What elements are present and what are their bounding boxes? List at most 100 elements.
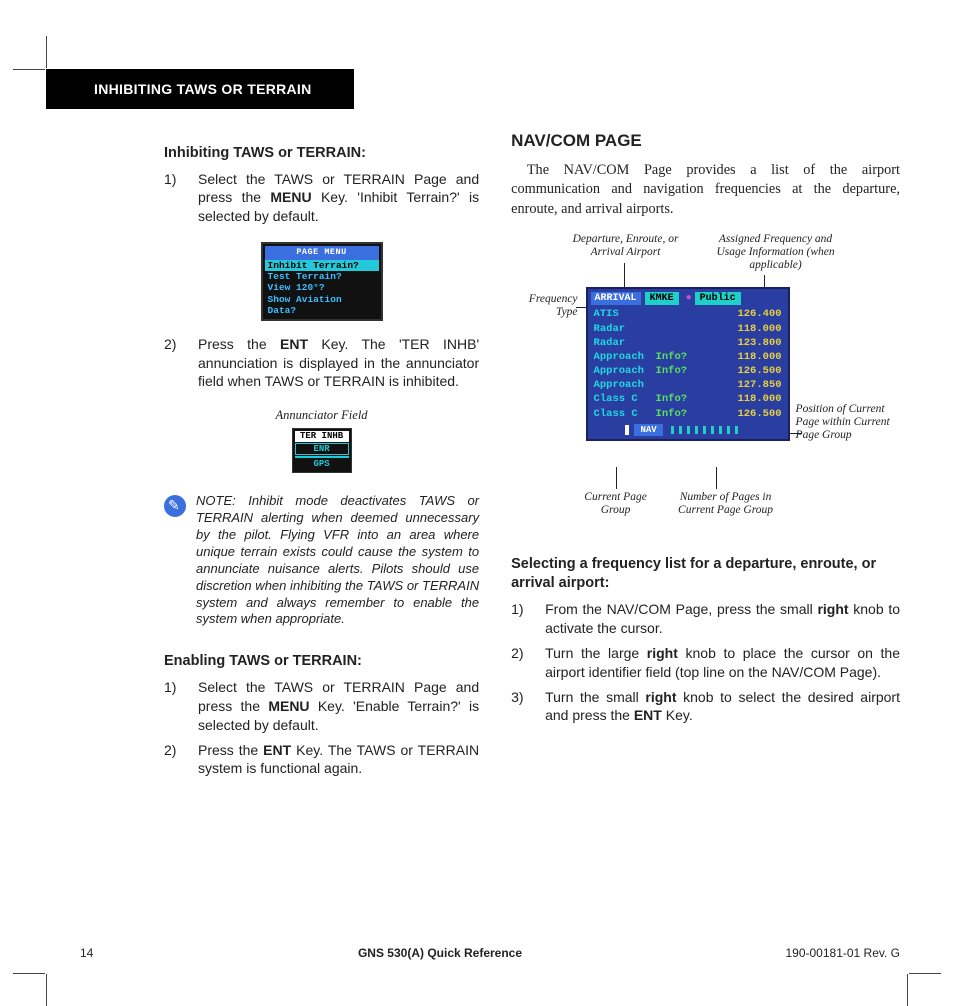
menu-opt-aviation: Show Aviation Data?: [265, 294, 379, 317]
right-knob: right: [645, 689, 676, 705]
annunciator-screenshot: TER INHB ENR GPS: [292, 428, 352, 473]
footer-title: GNS 530(A) Quick Reference: [160, 945, 720, 961]
note-text: NOTE: Inhibit mode deactivates TAWS or T…: [196, 493, 479, 628]
freq-info: [656, 307, 704, 321]
navcom-title: NAV/COM PAGE: [511, 130, 900, 153]
footer-revision: 190-00181-01 Rev. G: [720, 945, 900, 961]
step-2: Press the ENT Key. The 'TER INHB' annunc…: [164, 335, 479, 392]
navcom-screenshot: ARRIVAL KMKE ● Public ATIS 126.400 Radar 11…: [586, 287, 790, 441]
freq-row: Radar123.800: [591, 336, 785, 350]
crop-mark: [46, 974, 47, 1006]
freq-row: ATIS 126.400: [591, 307, 785, 321]
inhibit-steps: Select the TAWS or TERRAIN Page and pres…: [164, 170, 479, 233]
freq-info: Info?: [656, 392, 704, 406]
crop-mark: [46, 36, 47, 68]
right-knob: right: [817, 601, 848, 617]
freq-type: Radar: [594, 322, 656, 336]
freq-value: 123.800: [704, 336, 782, 350]
freq-row: Approach 127.850: [591, 378, 785, 392]
freq-row: Radar 118.000: [591, 322, 785, 336]
callout-freqtype: Frequency Type: [516, 293, 578, 319]
step-text: Press the: [198, 336, 280, 352]
freq-info: [656, 336, 704, 350]
selecting-steps: From the NAV/COM Page, press the small r…: [511, 600, 900, 731]
enable-heading: Enabling TAWS or TERRAIN:: [164, 652, 479, 672]
freq-info: [656, 378, 704, 392]
freq-info: Info?: [656, 407, 704, 421]
step-text: Turn the large: [545, 645, 647, 661]
page-body: Inhibiting TAWS or TERRAIN: Select the T…: [80, 130, 900, 950]
inhibit-steps-2: Press the ENT Key. The 'TER INHB' annunc…: [164, 335, 479, 398]
freq-value: 118.000: [704, 322, 782, 336]
hdr-label: ARRIVAL: [591, 292, 641, 306]
crop-mark: [13, 69, 45, 70]
enable-step-2: Press the ENT Key. The TAWS or TERRAIN s…: [164, 741, 479, 779]
leader-line: [716, 467, 717, 489]
navcom-intro: The NAV/COM Page provides a list of the …: [511, 161, 900, 219]
freq-value: 118.000: [704, 392, 782, 406]
freq-value: 127.850: [704, 378, 782, 392]
callout-position: Position of Current Page within Current …: [796, 403, 896, 443]
annunciator-figure: Annunciator Field TER INHB ENR GPS: [164, 407, 479, 473]
callout-numpages: Number of Pages in Current Page Group: [666, 491, 786, 517]
callout-departure: Departure, Enroute, or Arrival Airport: [566, 233, 686, 259]
freq-value: 126.400: [704, 307, 782, 321]
freq-row: ApproachInfo?126.500: [591, 364, 785, 378]
page-menu-screenshot: PAGE MENU Inhibit Terrain? Test Terrain?…: [261, 242, 383, 320]
freq-value: 118.000: [704, 350, 782, 364]
section-tab: INHIBITING TAWS OR TERRAIN: [46, 69, 354, 109]
sel-step-3: Turn the small right knob to select the …: [511, 688, 900, 726]
enable-step-1: Select the TAWS or TERRAIN Page and pres…: [164, 678, 479, 735]
menu-opt-view: View 120°?: [265, 282, 379, 293]
annunciator-caption: Annunciator Field: [164, 407, 479, 424]
navcom-footer: NAV: [591, 424, 785, 436]
freq-value: 126.500: [704, 407, 782, 421]
enable-steps: Select the TAWS or TERRAIN Page and pres…: [164, 678, 479, 784]
crop-mark: [907, 974, 908, 1006]
freq-info: [656, 322, 704, 336]
menu-opt-test: Test Terrain?: [265, 271, 379, 282]
leader-line: [788, 433, 802, 434]
navcom-header: ARRIVAL KMKE ● Public: [591, 292, 785, 306]
freq-info: Info?: [656, 350, 704, 364]
inhibit-heading: Inhibiting TAWS or TERRAIN:: [164, 144, 479, 164]
selecting-heading: Selecting a frequency list for a departu…: [511, 555, 900, 594]
freq-type: ATIS: [594, 307, 656, 321]
callout-assigned: Assigned Frequency and Usage Information…: [706, 233, 846, 273]
navcom-figure: Departure, Enroute, or Arrival Airport A…: [516, 233, 896, 533]
right-column: NAV/COM PAGE The NAV/COM Page provides a…: [511, 130, 900, 950]
freq-rows: ATIS126.400Radar118.000Radar123.800Appro…: [591, 307, 785, 420]
ent-key: ENT: [280, 336, 308, 352]
freq-type: Class C: [594, 392, 656, 406]
freq-type: Approach: [594, 350, 656, 364]
nav-group-label: NAV: [634, 424, 662, 436]
hdr-ident: KMKE: [645, 292, 679, 306]
ent-key: ENT: [263, 742, 291, 758]
hdr-public: Public: [695, 292, 741, 306]
ent-key: ENT: [634, 707, 662, 723]
page-marker: [625, 425, 629, 435]
step-text: Key.: [662, 707, 693, 723]
note-block: NOTE: Inhibit mode deactivates TAWS or T…: [164, 493, 479, 628]
menu-title: PAGE MENU: [265, 246, 379, 259]
freq-info: Info?: [656, 364, 704, 378]
sel-step-2: Turn the large right knob to place the c…: [511, 644, 900, 682]
freq-type: Approach: [594, 378, 656, 392]
leader-line: [576, 307, 586, 308]
crop-mark: [13, 973, 45, 974]
step-text: Turn the small: [545, 689, 645, 705]
leader-line: [616, 467, 617, 489]
menu-key: MENU: [268, 698, 309, 714]
page-footer: 14 GNS 530(A) Quick Reference 190-00181-…: [80, 945, 900, 961]
freq-value: 126.500: [704, 364, 782, 378]
ann-blank: [295, 456, 349, 458]
leader-line: [624, 263, 625, 287]
note-icon: [164, 495, 186, 517]
freq-row: Class CInfo?126.500: [591, 407, 785, 421]
page-menu-figure: PAGE MENU Inhibit Terrain? Test Terrain?…: [164, 242, 479, 320]
hdr-dot: ●: [686, 292, 692, 306]
freq-type: Class C: [594, 407, 656, 421]
step-text: From the NAV/COM Page, press the small: [545, 601, 817, 617]
callout-curgrp: Current Page Group: [576, 491, 656, 517]
menu-key: MENU: [270, 189, 311, 205]
